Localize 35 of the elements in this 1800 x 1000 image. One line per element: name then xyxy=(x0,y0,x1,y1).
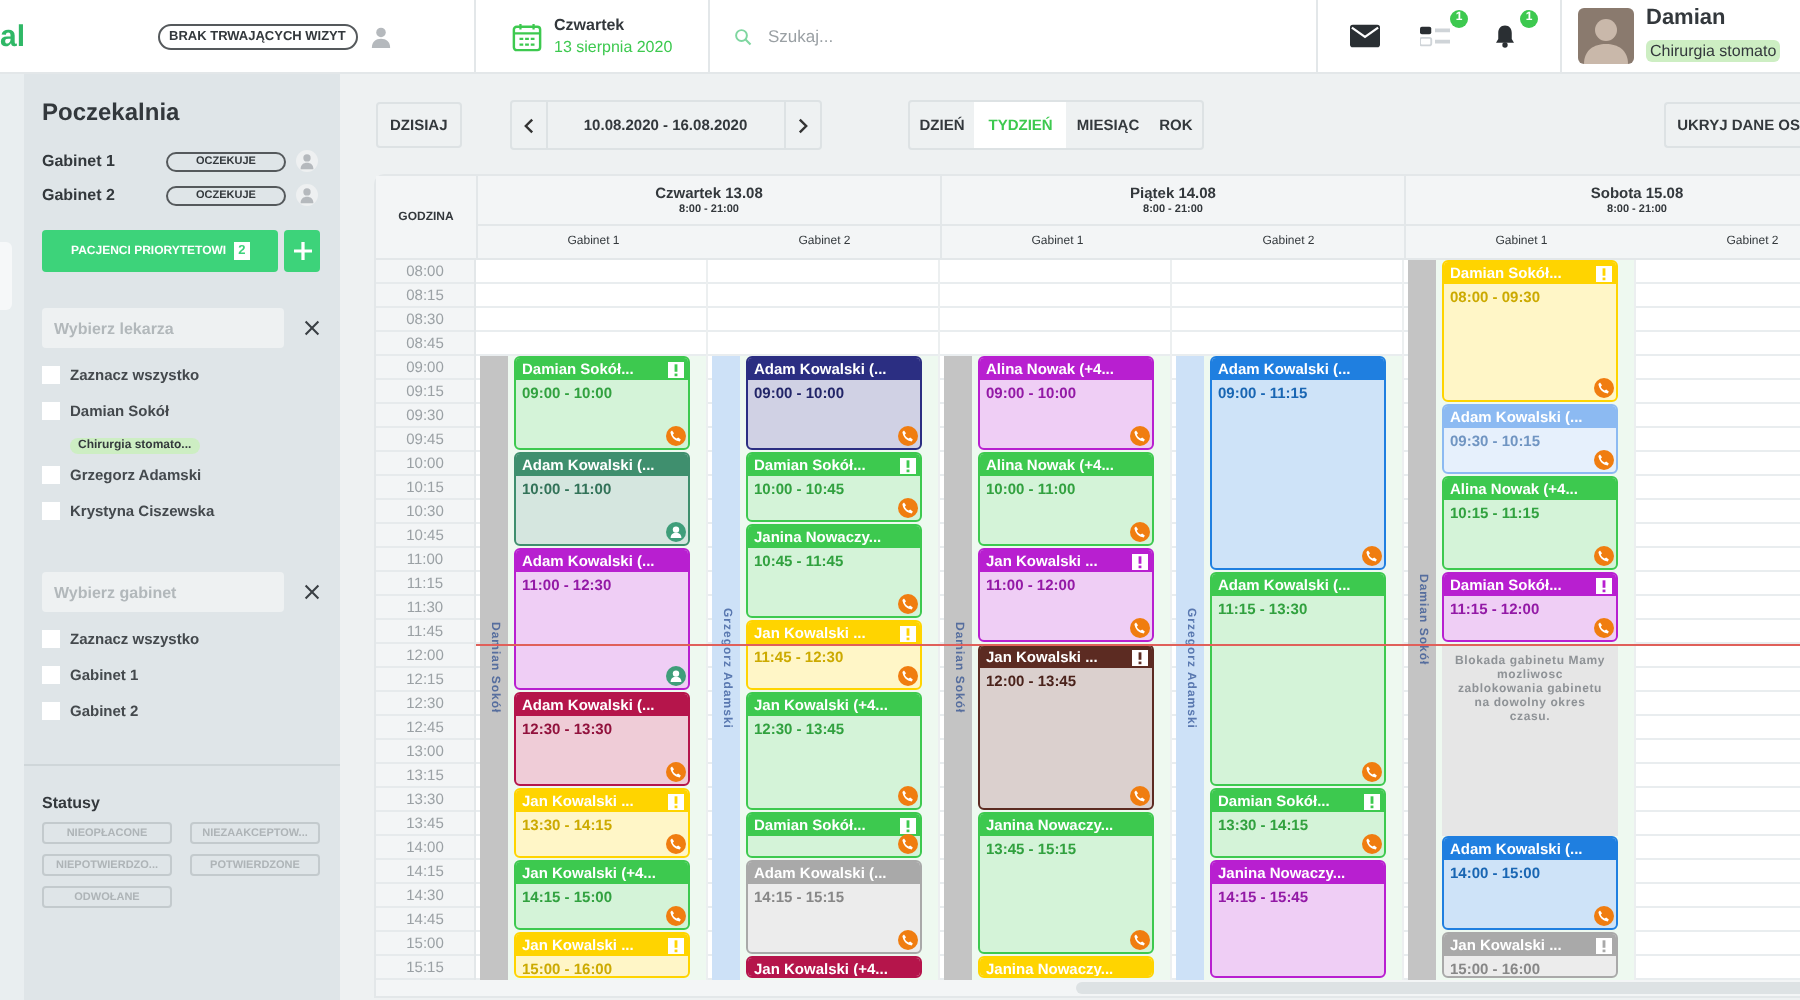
close-icon[interactable] xyxy=(304,320,320,336)
add-button[interactable] xyxy=(284,230,320,272)
logo: al xyxy=(0,19,26,53)
chevron-left-icon xyxy=(523,117,534,133)
checkbox[interactable] xyxy=(42,630,60,648)
user-icon xyxy=(296,184,318,206)
specialty-tag: Chirurgia stomato xyxy=(1646,40,1781,62)
checkbox[interactable] xyxy=(42,702,60,720)
mail-icon[interactable] xyxy=(1350,24,1380,48)
statuses-title: Statusy xyxy=(42,794,102,812)
bell-icon[interactable] xyxy=(1490,24,1520,48)
user-icon xyxy=(369,25,392,47)
room-label: Gabinet 2 xyxy=(42,186,117,204)
checkbox[interactable] xyxy=(42,466,60,484)
checkbox[interactable] xyxy=(42,402,60,420)
checkbox[interactable] xyxy=(42,502,60,520)
waiting-room-title: Poczekalnia xyxy=(42,98,182,126)
chevron-right-icon xyxy=(797,117,808,133)
search-field[interactable]: Szukaj... xyxy=(764,24,1012,48)
checkbox[interactable] xyxy=(42,366,60,384)
user-icon xyxy=(296,150,318,172)
current-date: 13 sierpnia 2020 xyxy=(554,38,673,56)
close-icon[interactable] xyxy=(304,584,320,600)
select-field[interactable]: Wybierz gabinet xyxy=(42,572,284,612)
user-name: Damian xyxy=(1646,6,1728,30)
weekday: Czwartek xyxy=(554,16,627,34)
list-icon[interactable] xyxy=(1420,24,1450,48)
calendar-icon xyxy=(512,21,542,51)
plus-icon xyxy=(293,242,312,260)
select-field[interactable]: Wybierz lekarza xyxy=(42,308,284,348)
avatar[interactable] xyxy=(1578,8,1634,64)
scrollbar-thumb[interactable] xyxy=(1076,982,1800,994)
room-label: Gabinet 1 xyxy=(42,152,117,170)
search-icon xyxy=(734,27,752,45)
checkbox[interactable] xyxy=(42,666,60,684)
